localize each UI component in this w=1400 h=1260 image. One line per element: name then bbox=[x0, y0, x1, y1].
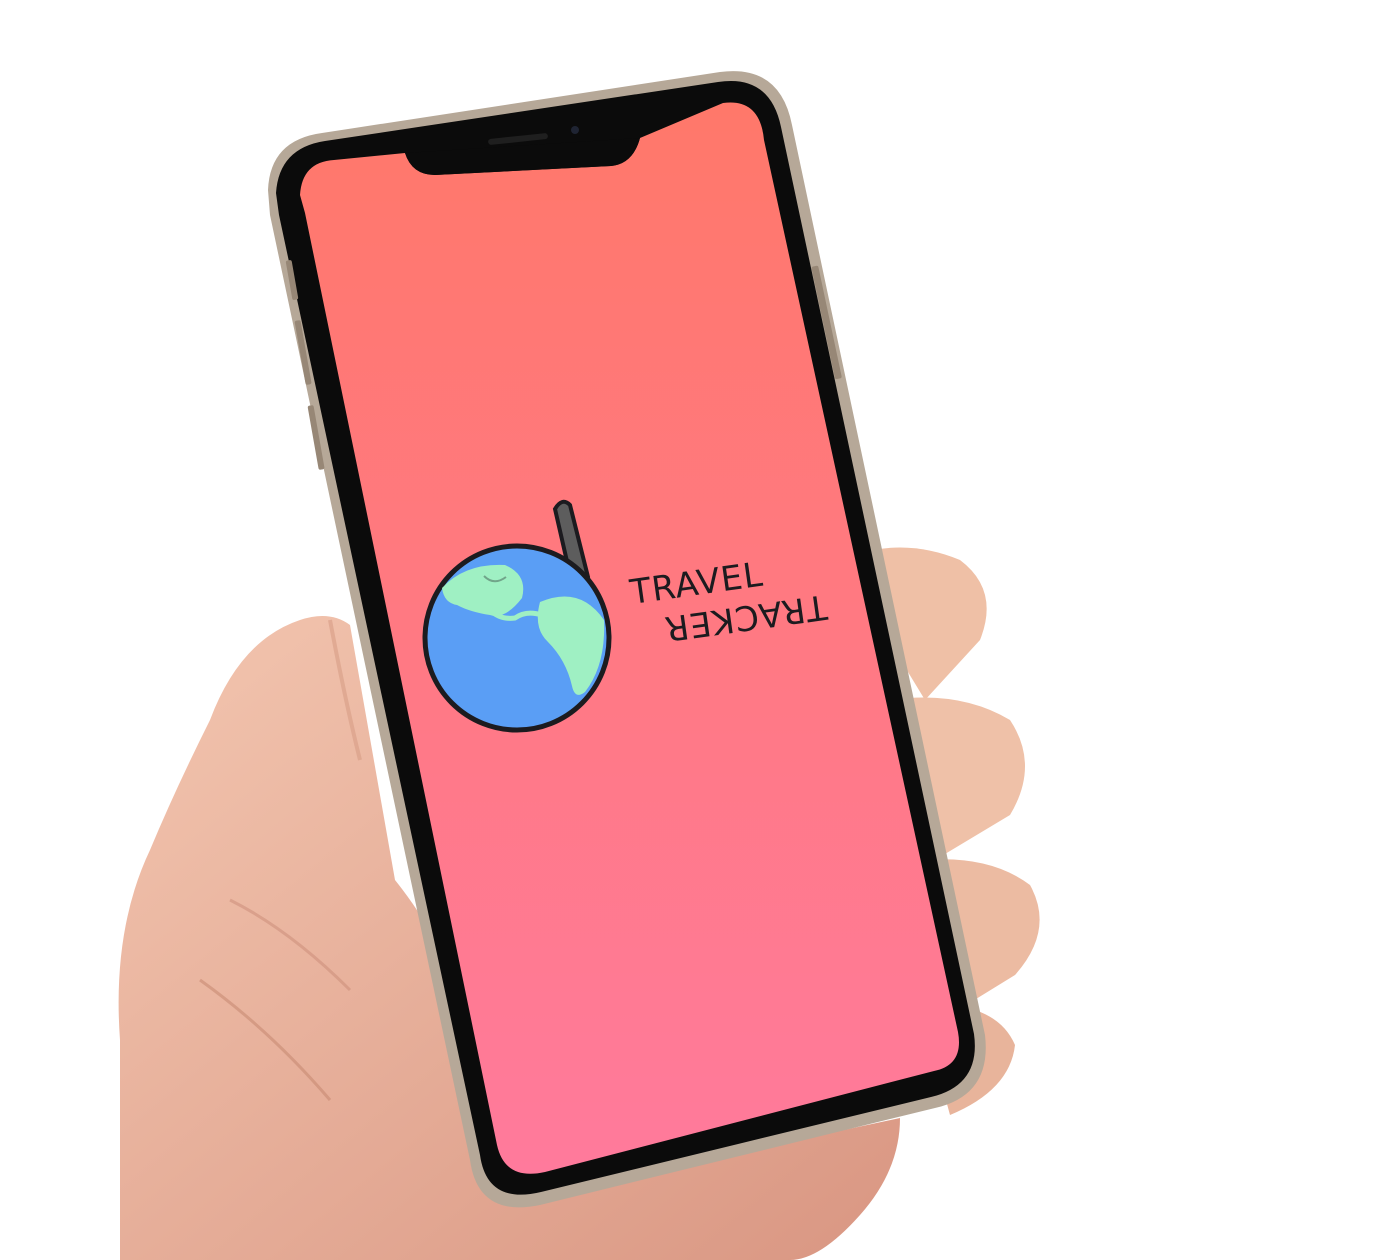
phone-scene: TRAVEL TRACKER bbox=[118, 71, 1040, 1260]
globe-icon bbox=[422, 543, 612, 733]
